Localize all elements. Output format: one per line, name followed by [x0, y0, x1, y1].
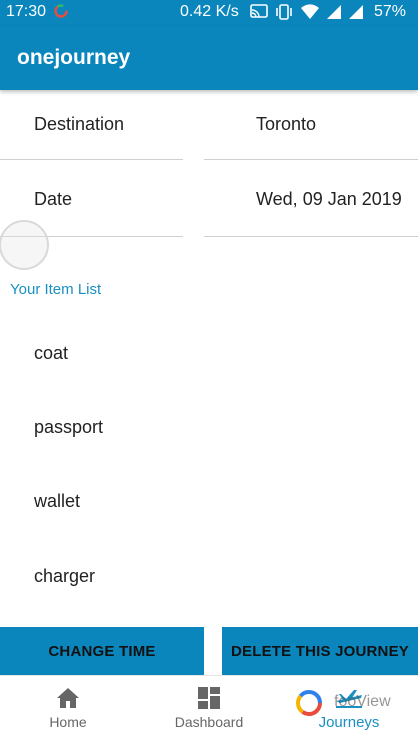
cast-icon	[250, 4, 268, 18]
signal-icon	[327, 5, 341, 19]
list-item[interactable]: wallet	[34, 491, 80, 512]
signal-icon-2	[349, 5, 363, 19]
list-item[interactable]: passport	[34, 417, 103, 438]
battery-level: 57%	[374, 3, 407, 20]
nav-dashboard[interactable]: Dashboard	[164, 676, 254, 738]
date-value[interactable]: Wed, 09 Jan 2019	[256, 189, 402, 210]
status-bar: 17:30 0.42 K/s 57%	[0, 0, 418, 26]
destination-label: Destination	[34, 114, 125, 134]
nav-dashboard-label: Dashboard	[174, 714, 244, 730]
fooview-text: fooView	[334, 693, 391, 710]
status-time: 17:30	[6, 3, 47, 20]
status-icons	[250, 4, 364, 20]
wifi-icon	[301, 4, 319, 20]
app-bar: onejourney	[0, 26, 418, 90]
date-value-divider	[204, 236, 418, 237]
destination-label-divider	[0, 159, 183, 160]
fooview-overlay[interactable]: fooView	[294, 688, 414, 718]
notification-icon	[54, 4, 68, 18]
nav-home-label: Home	[49, 714, 87, 730]
list-item[interactable]: coat	[34, 343, 68, 364]
destination-value-divider	[204, 159, 418, 160]
nav-home[interactable]: Home	[28, 676, 108, 738]
delete-journey-button[interactable]: DELETE THIS JOURNEY	[222, 627, 418, 675]
home-icon	[57, 688, 79, 708]
destination-value[interactable]: Toronto	[256, 114, 316, 135]
item-list-title: Your Item List	[10, 281, 102, 298]
network-speed: 0.42 K/s	[180, 3, 239, 20]
fooview-logo-icon	[296, 690, 322, 716]
vibrate-icon	[276, 4, 292, 20]
dashboard-icon	[198, 687, 220, 709]
list-item[interactable]: charger	[34, 566, 95, 587]
date-label: Date	[34, 189, 73, 209]
app-title: onejourney	[17, 46, 131, 69]
touch-ripple	[0, 220, 49, 270]
change-time-button[interactable]: CHANGE TIME	[0, 627, 204, 675]
